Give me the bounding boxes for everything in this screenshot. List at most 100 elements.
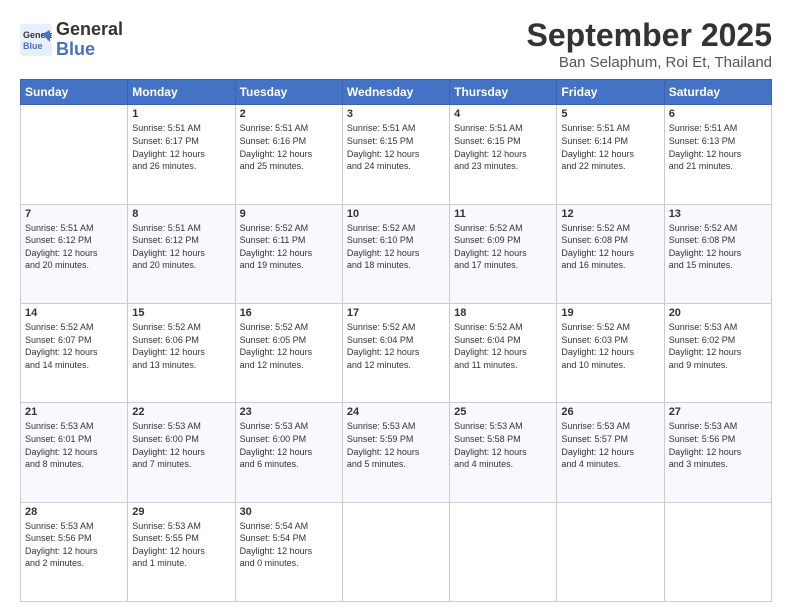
page: General Blue General Blue September 2025…: [0, 0, 792, 612]
calendar-cell: 4 Sunrise: 5:51 AM Sunset: 6:15 PM Daylig…: [450, 105, 557, 204]
day-number: 9: [240, 208, 338, 220]
calendar-cell: 9Sunrise: 5:52 AM Sunset: 6:11 PM Daylig…: [235, 204, 342, 303]
header: General Blue General Blue September 2025…: [20, 16, 772, 71]
day-info: Sunrise: 5:52 AM Sunset: 6:09 PM Dayligh…: [454, 222, 552, 272]
day-info: Sunrise: 5:52 AM Sunset: 6:08 PM Dayligh…: [561, 222, 659, 272]
calendar-cell: 7 Sunrise: 5:51 AM Sunset: 6:12 PM Daylig…: [21, 204, 128, 303]
calendar-week-3: 14 Sunrise: 5:52 AM Sunset: 6:07 PM Dayli…: [21, 304, 772, 403]
day-info: Sunrise: 5:53 AM Sunset: 6:00 PM Dayligh…: [132, 420, 230, 470]
calendar-week-5: 28Sunrise: 5:53 AM Sunset: 5:56 PM Dayli…: [21, 502, 772, 601]
day-info: Sunrise: 5:51 AM Sunset: 6:15 PM Dayligh…: [347, 122, 445, 172]
day-number: 23: [240, 406, 338, 418]
day-info: Sunrise: 5:53 AM Sunset: 6:02 PM Dayligh…: [669, 321, 767, 371]
logo-line2: Blue: [56, 39, 95, 59]
calendar-cell: 6 Sunrise: 5:51 AM Sunset: 6:13 PM Daylig…: [664, 105, 771, 204]
day-number: 25: [454, 406, 552, 418]
logo: General Blue General Blue: [20, 20, 123, 60]
calendar-cell: 21Sunrise: 5:53 AM Sunset: 6:01 PM Dayli…: [21, 403, 128, 502]
col-friday: Friday: [557, 80, 664, 105]
calendar-cell: 26 Sunrise: 5:53 AM Sunset: 5:57 PM Dayli…: [557, 403, 664, 502]
day-info: Sunrise: 5:53 AM Sunset: 5:57 PM Dayligh…: [561, 420, 659, 470]
logo-line1: General: [56, 19, 123, 39]
col-sunday: Sunday: [21, 80, 128, 105]
day-number: 29: [132, 506, 230, 518]
day-info: Sunrise: 5:52 AM Sunset: 6:03 PM Dayligh…: [561, 321, 659, 371]
calendar-cell: 5 Sunrise: 5:51 AM Sunset: 6:14 PM Daylig…: [557, 105, 664, 204]
day-info: Sunrise: 5:52 AM Sunset: 6:04 PM Dayligh…: [347, 321, 445, 371]
calendar-cell: 24Sunrise: 5:53 AM Sunset: 5:59 PM Dayli…: [342, 403, 449, 502]
calendar-cell: 23 Sunrise: 5:53 AM Sunset: 6:00 PM Dayli…: [235, 403, 342, 502]
calendar-cell: [342, 502, 449, 601]
day-number: 17: [347, 307, 445, 319]
logo-icon: General Blue: [20, 24, 52, 56]
day-number: 18: [454, 307, 552, 319]
calendar-cell: 18Sunrise: 5:52 AM Sunset: 6:04 PM Dayli…: [450, 304, 557, 403]
day-info: Sunrise: 5:53 AM Sunset: 6:00 PM Dayligh…: [240, 420, 338, 470]
day-info: Sunrise: 5:51 AM Sunset: 6:14 PM Dayligh…: [561, 122, 659, 172]
day-number: 12: [561, 208, 659, 220]
day-info: Sunrise: 5:51 AM Sunset: 6:17 PM Dayligh…: [132, 122, 230, 172]
day-info: Sunrise: 5:53 AM Sunset: 5:56 PM Dayligh…: [669, 420, 767, 470]
location-title: Ban Selaphum, Roi Et, Thailand: [527, 54, 772, 71]
day-info: Sunrise: 5:52 AM Sunset: 6:08 PM Dayligh…: [669, 222, 767, 272]
day-number: 27: [669, 406, 767, 418]
day-number: 26: [561, 406, 659, 418]
day-info: Sunrise: 5:51 AM Sunset: 6:12 PM Dayligh…: [132, 222, 230, 272]
day-number: 11: [454, 208, 552, 220]
col-saturday: Saturday: [664, 80, 771, 105]
day-number: 5: [561, 108, 659, 120]
calendar-cell: 29 Sunrise: 5:53 AM Sunset: 5:55 PM Dayli…: [128, 502, 235, 601]
calendar-cell: 22 Sunrise: 5:53 AM Sunset: 6:00 PM Dayli…: [128, 403, 235, 502]
day-number: 13: [669, 208, 767, 220]
col-monday: Monday: [128, 80, 235, 105]
calendar-cell: 15 Sunrise: 5:52 AM Sunset: 6:06 PM Dayli…: [128, 304, 235, 403]
calendar-cell: 1Sunrise: 5:51 AM Sunset: 6:17 PM Daylig…: [128, 105, 235, 204]
calendar-cell: 13 Sunrise: 5:52 AM Sunset: 6:08 PM Dayli…: [664, 204, 771, 303]
day-info: Sunrise: 5:53 AM Sunset: 5:59 PM Dayligh…: [347, 420, 445, 470]
calendar-cell: 28Sunrise: 5:53 AM Sunset: 5:56 PM Dayli…: [21, 502, 128, 601]
calendar-cell: 11 Sunrise: 5:52 AM Sunset: 6:09 PM Dayli…: [450, 204, 557, 303]
day-number: 7: [25, 208, 123, 220]
day-info: Sunrise: 5:51 AM Sunset: 6:13 PM Dayligh…: [669, 122, 767, 172]
calendar-cell: [664, 502, 771, 601]
svg-text:Blue: Blue: [23, 41, 43, 51]
month-title: September 2025: [527, 16, 772, 54]
day-info: Sunrise: 5:53 AM Sunset: 5:55 PM Dayligh…: [132, 520, 230, 570]
day-number: 22: [132, 406, 230, 418]
col-wednesday: Wednesday: [342, 80, 449, 105]
day-number: 2: [240, 108, 338, 120]
calendar-cell: 14 Sunrise: 5:52 AM Sunset: 6:07 PM Dayli…: [21, 304, 128, 403]
day-number: 6: [669, 108, 767, 120]
day-info: Sunrise: 5:52 AM Sunset: 6:05 PM Dayligh…: [240, 321, 338, 371]
calendar-cell: 3 Sunrise: 5:51 AM Sunset: 6:15 PM Daylig…: [342, 105, 449, 204]
day-info: Sunrise: 5:54 AM Sunset: 5:54 PM Dayligh…: [240, 520, 338, 570]
day-info: Sunrise: 5:51 AM Sunset: 6:12 PM Dayligh…: [25, 222, 123, 272]
calendar-cell: 17 Sunrise: 5:52 AM Sunset: 6:04 PM Dayli…: [342, 304, 449, 403]
calendar-cell: 30 Sunrise: 5:54 AM Sunset: 5:54 PM Dayli…: [235, 502, 342, 601]
calendar-cell: 12 Sunrise: 5:52 AM Sunset: 6:08 PM Dayli…: [557, 204, 664, 303]
title-block: September 2025 Ban Selaphum, Roi Et, Tha…: [527, 16, 772, 71]
calendar-header-row: Sunday Monday Tuesday Wednesday Thursday…: [21, 80, 772, 105]
day-number: 4: [454, 108, 552, 120]
day-info: Sunrise: 5:52 AM Sunset: 6:07 PM Dayligh…: [25, 321, 123, 371]
day-info: Sunrise: 5:52 AM Sunset: 6:10 PM Dayligh…: [347, 222, 445, 272]
calendar: Sunday Monday Tuesday Wednesday Thursday…: [20, 79, 772, 602]
calendar-cell: 25Sunrise: 5:53 AM Sunset: 5:58 PM Dayli…: [450, 403, 557, 502]
calendar-cell: 27 Sunrise: 5:53 AM Sunset: 5:56 PM Dayli…: [664, 403, 771, 502]
day-info: Sunrise: 5:53 AM Sunset: 6:01 PM Dayligh…: [25, 420, 123, 470]
calendar-cell: [21, 105, 128, 204]
day-number: 30: [240, 506, 338, 518]
calendar-week-1: 1Sunrise: 5:51 AM Sunset: 6:17 PM Daylig…: [21, 105, 772, 204]
calendar-cell: 2Sunrise: 5:51 AM Sunset: 6:16 PM Daylig…: [235, 105, 342, 204]
day-number: 15: [132, 307, 230, 319]
calendar-cell: 19Sunrise: 5:52 AM Sunset: 6:03 PM Dayli…: [557, 304, 664, 403]
calendar-cell: 8Sunrise: 5:51 AM Sunset: 6:12 PM Daylig…: [128, 204, 235, 303]
calendar-cell: [450, 502, 557, 601]
day-info: Sunrise: 5:52 AM Sunset: 6:06 PM Dayligh…: [132, 321, 230, 371]
logo-text: General Blue: [56, 20, 123, 60]
calendar-cell: 10 Sunrise: 5:52 AM Sunset: 6:10 PM Dayli…: [342, 204, 449, 303]
day-number: 14: [25, 307, 123, 319]
day-info: Sunrise: 5:51 AM Sunset: 6:15 PM Dayligh…: [454, 122, 552, 172]
day-number: 10: [347, 208, 445, 220]
day-number: 3: [347, 108, 445, 120]
